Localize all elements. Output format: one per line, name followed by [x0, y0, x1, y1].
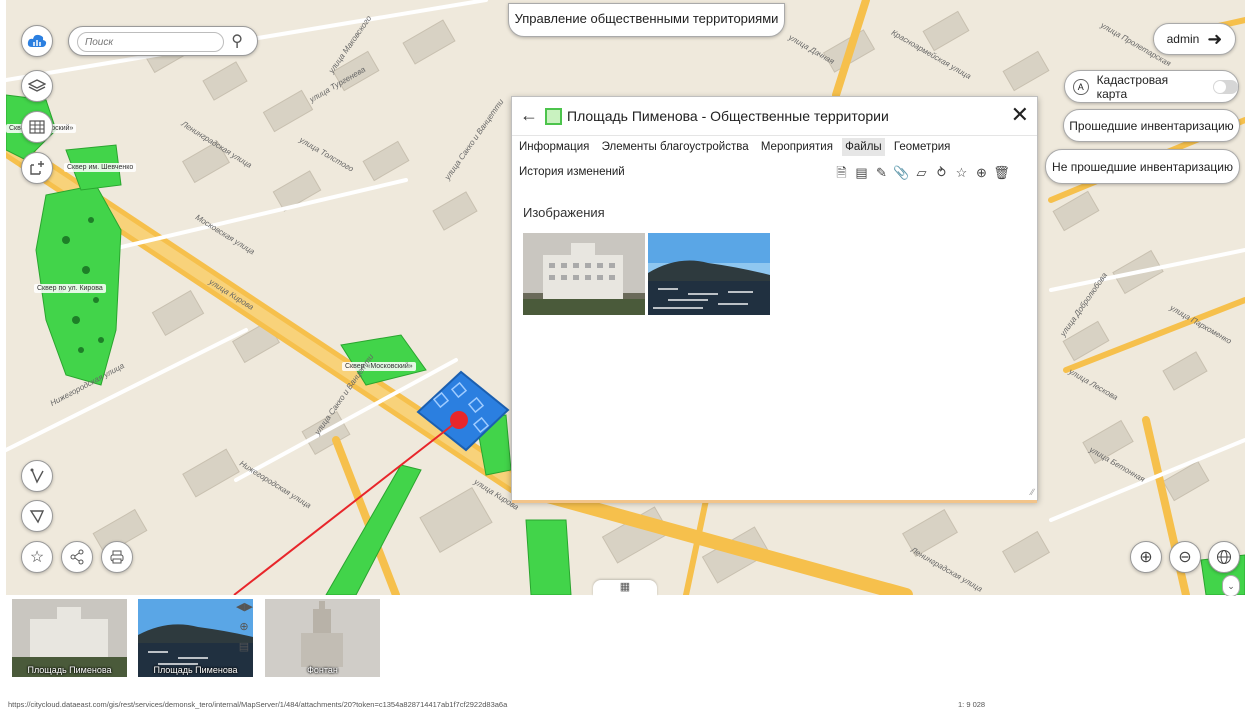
- image-thumbnail[interactable]: [648, 233, 770, 315]
- not-passed-inventory-button[interactable]: Не прошедшие инвентаризацию: [1045, 149, 1240, 184]
- popup-tabs: Информация Элементы благоустройства Меро…: [516, 138, 1026, 156]
- cadastre-layer-toggle[interactable]: A Кадастровая карта: [1064, 70, 1239, 103]
- document-list-icon[interactable]: ▤: [853, 164, 870, 181]
- globe-icon[interactable]: [1208, 541, 1240, 573]
- user-menu-button[interactable]: admin ➜: [1153, 23, 1236, 55]
- attribute-table-toggle[interactable]: ▦: [593, 580, 657, 596]
- gallery-item[interactable]: Площадь Пименова: [12, 599, 127, 677]
- image-thumbnail[interactable]: [523, 233, 645, 315]
- gallery-item[interactable]: Фонтан: [265, 599, 380, 677]
- zoom-in-icon[interactable]: ⊕: [973, 164, 990, 181]
- zoom-in-icon[interactable]: ⊕: [236, 620, 252, 636]
- search-input[interactable]: [83, 33, 207, 51]
- chevron-down-icon[interactable]: ⌄: [1222, 575, 1240, 597]
- gallery-item-tools: ◀▶ ⊕ ▤: [236, 600, 254, 660]
- vertex-edit-icon[interactable]: ⥁: [933, 164, 950, 181]
- resize-handle-icon[interactable]: ∕∕: [1031, 487, 1034, 497]
- polygon-edit-icon[interactable]: ▱: [913, 164, 930, 181]
- popup-bottom-edge: [512, 500, 1037, 503]
- comment-icon[interactable]: ▤: [236, 640, 252, 656]
- park-label: Сквер им. Шевченко: [64, 163, 137, 172]
- compass-icon: A: [1073, 78, 1089, 95]
- add-object-icon[interactable]: [21, 152, 53, 184]
- logout-icon[interactable]: ➜: [1207, 29, 1222, 50]
- measure-distance-icon[interactable]: [21, 460, 53, 492]
- star-icon[interactable]: ☆: [953, 164, 970, 181]
- zoom-in-icon[interactable]: ⊕: [1130, 541, 1162, 573]
- expand-horizontal-icon[interactable]: ◀▶: [236, 600, 253, 616]
- favorites-star-icon[interactable]: ☆: [21, 541, 53, 573]
- tab-information[interactable]: Информация: [516, 138, 592, 156]
- tab-amenities[interactable]: Элементы благоустройства: [599, 138, 752, 156]
- close-icon[interactable]: ✕: [1011, 104, 1029, 126]
- table-icon: ▦: [619, 581, 631, 593]
- print-icon[interactable]: [101, 541, 133, 573]
- trash-icon[interactable]: 🗑: [993, 164, 1010, 181]
- paperclip-icon[interactable]: 📎: [893, 164, 910, 181]
- search-box[interactable]: ⚲: [68, 26, 258, 56]
- share-icon[interactable]: [61, 541, 93, 573]
- tab-history[interactable]: История изменений: [516, 163, 628, 181]
- back-arrow-icon[interactable]: ←: [520, 105, 538, 126]
- pencil-icon[interactable]: ✎: [873, 164, 890, 181]
- section-title: Изображения: [523, 205, 605, 220]
- cadastre-label: Кадастровая карта: [1096, 72, 1169, 101]
- park-label: Сквер «Московский»: [342, 362, 416, 371]
- popup-toolbar: 🗎 ▤ ✎ 📎 ▱ ⥁ ☆ ⊕ 🗑: [833, 164, 1010, 181]
- territory-polygon-icon: [545, 108, 562, 125]
- app-title: Управление общественными территориями: [508, 3, 785, 37]
- park-label: Сквер по ул. Кирова: [34, 284, 106, 293]
- passed-inventory-button[interactable]: Прошедшие инвентаризацию: [1063, 109, 1240, 142]
- popup-title: Площадь Пименова - Общественные территор…: [567, 108, 889, 124]
- tab-files[interactable]: Файлы: [842, 138, 885, 156]
- search-icon[interactable]: ⚲: [231, 31, 243, 51]
- document-search-icon[interactable]: 🗎: [833, 164, 850, 181]
- table-icon[interactable]: [21, 111, 53, 143]
- gallery-caption: Площадь Пименова: [27, 665, 112, 675]
- cloud-icon[interactable]: [21, 25, 53, 57]
- measure-area-icon[interactable]: [21, 500, 53, 532]
- object-info-popup: ← Площадь Пименова - Общественные террит…: [511, 96, 1038, 503]
- tab-geometry[interactable]: Геометрия: [891, 138, 953, 156]
- cadastre-switch[interactable]: [1212, 79, 1238, 94]
- zoom-out-icon[interactable]: ⊖: [1169, 541, 1201, 573]
- gallery-caption: Фонтан: [307, 665, 338, 675]
- attachments-gallery: Площадь Пименова Площадь Пименова ◀▶ ⊕ ▤…: [0, 596, 1245, 709]
- layers-icon[interactable]: [21, 70, 53, 102]
- popup-header: ← Площадь Пименова - Общественные террит…: [512, 97, 1037, 136]
- tab-events[interactable]: Мероприятия: [758, 138, 836, 156]
- gallery-caption: Площадь Пименова: [153, 665, 238, 675]
- username: admin: [1166, 32, 1200, 46]
